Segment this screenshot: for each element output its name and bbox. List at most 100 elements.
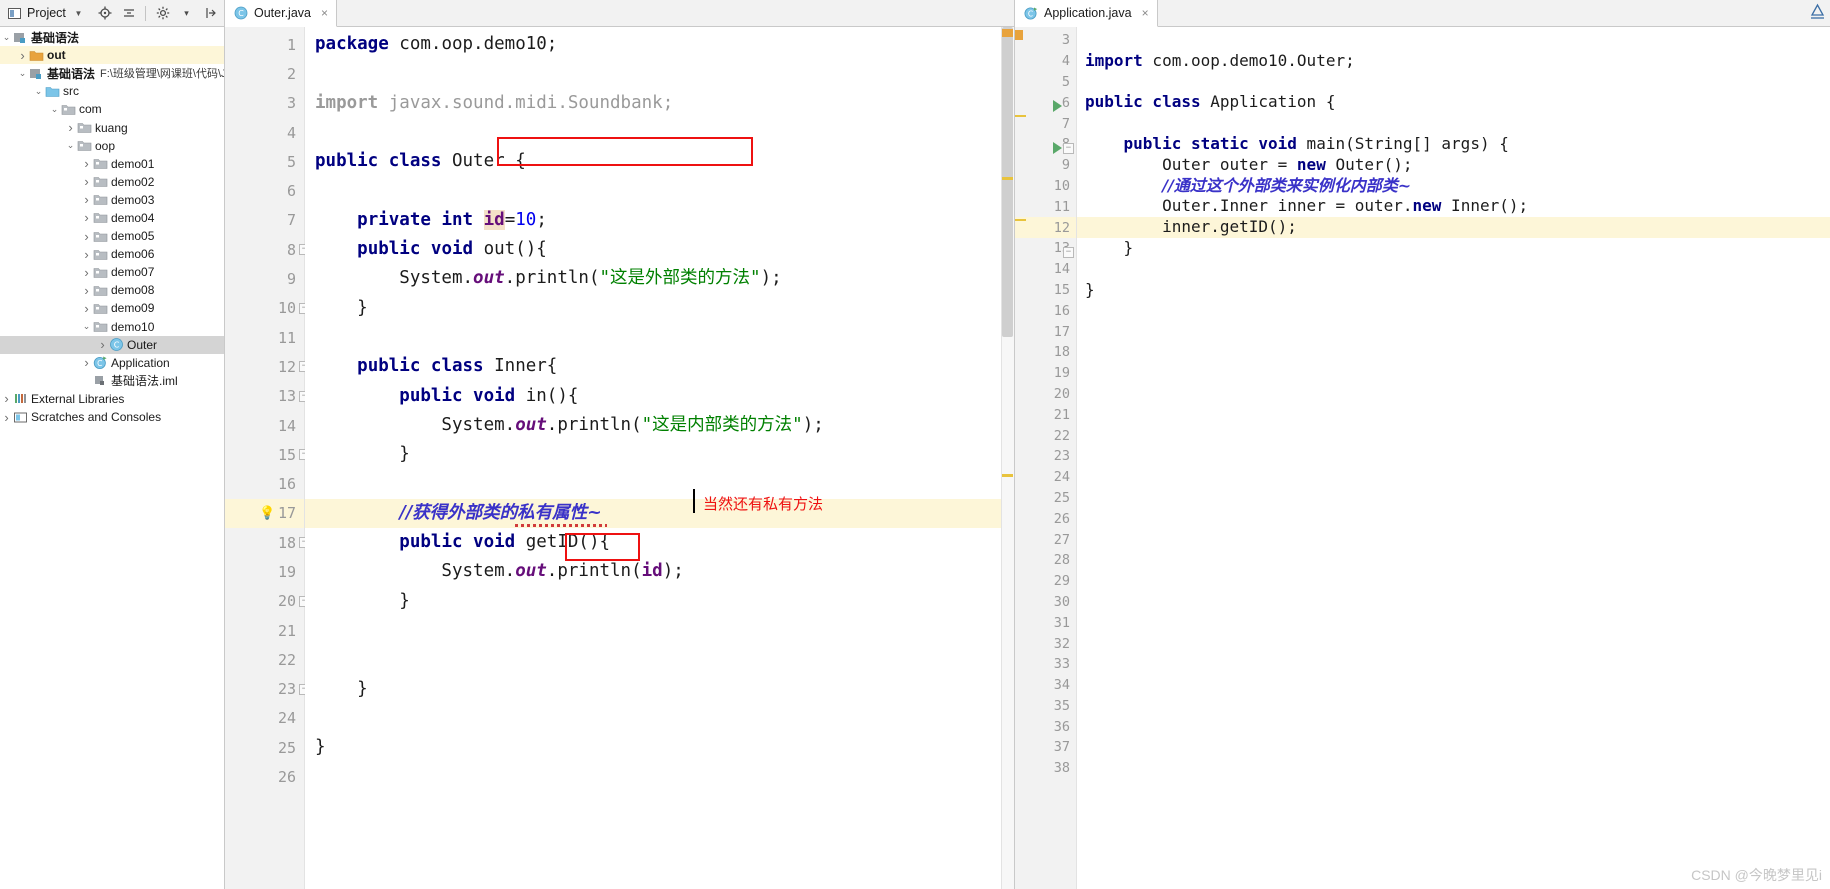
code-line[interactable]: public static void main(String[] args) { bbox=[1077, 134, 1830, 155]
chevron-right-icon[interactable]: › bbox=[80, 211, 93, 224]
chevron-right-icon[interactable]: › bbox=[80, 284, 93, 297]
line-number[interactable]: 28 bbox=[1015, 550, 1076, 571]
code-line[interactable] bbox=[1077, 113, 1830, 134]
line-number[interactable]: 38 bbox=[1015, 758, 1076, 779]
line-number[interactable]: 1 bbox=[225, 30, 304, 59]
chevron-down-icon[interactable]: ⌄ bbox=[80, 322, 93, 331]
code-line[interactable] bbox=[1077, 508, 1830, 529]
chevron-right-icon[interactable]: › bbox=[80, 302, 93, 315]
code-line[interactable]: System.out.println(id); bbox=[305, 557, 1014, 586]
line-number[interactable]: 36 bbox=[1015, 716, 1076, 737]
code-line[interactable] bbox=[1077, 529, 1830, 550]
code-line[interactable] bbox=[1077, 30, 1830, 51]
tree-item-demo03[interactable]: › demo03 bbox=[0, 191, 224, 209]
code-line[interactable] bbox=[1077, 550, 1830, 571]
code-line[interactable] bbox=[305, 469, 1014, 498]
line-number[interactable]: 22 bbox=[225, 645, 304, 674]
line-number[interactable]: 33 bbox=[1015, 654, 1076, 675]
line-number[interactable]: 20− bbox=[225, 587, 310, 616]
code-line[interactable]: } bbox=[1077, 280, 1830, 301]
code-line[interactable] bbox=[1077, 592, 1830, 613]
tree-item-demo01[interactable]: › demo01 bbox=[0, 155, 224, 173]
line-number[interactable]: 18− bbox=[225, 528, 310, 557]
code-line[interactable] bbox=[1077, 488, 1830, 509]
line-number[interactable]: 37 bbox=[1015, 737, 1076, 758]
line-number[interactable]: 5 bbox=[1015, 72, 1076, 93]
code-line[interactable]: //通过这个外部类来实例化内部类~ bbox=[1077, 176, 1830, 197]
chevron-right-icon[interactable]: › bbox=[80, 175, 93, 188]
line-number[interactable]: 9 bbox=[1015, 155, 1076, 176]
tree-item-outer[interactable]: › C Outer bbox=[0, 335, 224, 354]
run-gutter-icon[interactable] bbox=[1053, 141, 1062, 154]
run-gutter-icon[interactable] bbox=[1053, 100, 1062, 113]
code-line[interactable] bbox=[1077, 612, 1830, 633]
code-line[interactable]: public class Outer { bbox=[305, 147, 1014, 176]
code-line[interactable]: import com.oop.demo10.Outer; bbox=[1077, 51, 1830, 72]
intention-bulb-icon[interactable]: 💡 bbox=[259, 506, 275, 521]
code-line[interactable] bbox=[1077, 633, 1830, 654]
code-line[interactable]: } bbox=[305, 587, 1014, 616]
line-number[interactable]: 10− bbox=[225, 294, 310, 323]
line-number[interactable]: 24 bbox=[225, 704, 304, 733]
tree-item-scratche- and con-ole-[interactable]: › Scratches and Consoles bbox=[0, 408, 224, 426]
code-line[interactable] bbox=[1077, 72, 1830, 93]
line-number-gutter-right[interactable]: 345678−910111213−14151617181920212223242… bbox=[1015, 27, 1077, 889]
line-number[interactable]: 11 bbox=[225, 323, 304, 352]
minimize-panel-icon[interactable] bbox=[203, 6, 218, 21]
chevron-down-icon[interactable]: ⌄ bbox=[64, 141, 77, 150]
code-line[interactable]: public void getID(){ bbox=[305, 528, 1014, 557]
chevron-right-icon[interactable]: › bbox=[0, 411, 13, 424]
line-number[interactable]: 17 bbox=[1015, 321, 1076, 342]
code-line[interactable]: } bbox=[1077, 238, 1830, 259]
code-line[interactable]: package com.oop.demo10; bbox=[305, 30, 1014, 59]
code-line[interactable] bbox=[1077, 737, 1830, 758]
line-number[interactable]: 18 bbox=[1015, 342, 1076, 363]
chevron-right-icon[interactable]: › bbox=[80, 248, 93, 261]
code-line[interactable] bbox=[1077, 321, 1830, 342]
ide-notification-icon[interactable] bbox=[1809, 3, 1826, 20]
code-line[interactable] bbox=[1077, 467, 1830, 488]
code-fold-toggle-icon[interactable]: − bbox=[1063, 142, 1074, 154]
locate-icon[interactable] bbox=[97, 6, 112, 21]
tree-item-com[interactable]: ⌄ com bbox=[0, 100, 224, 118]
code-line[interactable] bbox=[1077, 259, 1830, 280]
code-line[interactable] bbox=[1077, 404, 1830, 425]
line-number[interactable]: 4 bbox=[1015, 51, 1076, 72]
line-number[interactable]: 15− bbox=[225, 440, 310, 469]
code-line[interactable]: inner.getID(); bbox=[1077, 217, 1830, 238]
line-number[interactable]: 11 bbox=[1015, 196, 1076, 217]
code-line[interactable] bbox=[305, 762, 1014, 791]
code-line[interactable] bbox=[1077, 654, 1830, 675]
code-line[interactable]: System.out.println("这是内部类的方法"); bbox=[305, 411, 1014, 440]
chevron-right-icon[interactable]: › bbox=[16, 49, 29, 62]
code-line[interactable] bbox=[1077, 571, 1830, 592]
line-number[interactable]: 31 bbox=[1015, 612, 1076, 633]
code-line[interactable]: public void in(){ bbox=[305, 382, 1014, 411]
tab-application-java[interactable]: C Application.java × bbox=[1015, 0, 1158, 27]
code-line[interactable] bbox=[1077, 696, 1830, 717]
code-line[interactable]: public class Inner{ bbox=[305, 352, 1014, 381]
line-number[interactable]: 7 bbox=[225, 206, 304, 235]
line-number[interactable]: 27 bbox=[1015, 529, 1076, 550]
line-number[interactable]: 25 bbox=[225, 733, 304, 762]
chevron-down-icon[interactable]: ⌄ bbox=[32, 86, 45, 96]
line-number[interactable]: 8− bbox=[1015, 134, 1076, 155]
line-number[interactable]: 13− bbox=[225, 382, 310, 411]
chevron-right-icon[interactable]: › bbox=[80, 356, 93, 369]
line-number[interactable]: 22 bbox=[1015, 425, 1076, 446]
line-number[interactable]: 23− bbox=[225, 675, 310, 704]
line-number[interactable]: 23 bbox=[1015, 446, 1076, 467]
code-line[interactable] bbox=[305, 176, 1014, 205]
editor-marker-strip-left[interactable] bbox=[1001, 27, 1014, 889]
line-number[interactable]: 6 bbox=[225, 176, 304, 205]
line-number[interactable]: 26 bbox=[1015, 508, 1076, 529]
line-number[interactable]: 3 bbox=[225, 89, 304, 118]
tree-item-基础语法[interactable]: ⌄ 基础语法 bbox=[0, 28, 224, 46]
line-number[interactable]: 10 bbox=[1015, 176, 1076, 197]
code-line[interactable] bbox=[1077, 716, 1830, 737]
line-number[interactable]: 8− bbox=[225, 235, 310, 264]
tree-item-oop[interactable]: ⌄ oop bbox=[0, 137, 224, 155]
chevron-right-icon[interactable]: › bbox=[64, 121, 77, 134]
close-icon[interactable]: × bbox=[321, 7, 328, 19]
hide-panel-icon[interactable]: ▾ bbox=[179, 6, 194, 21]
